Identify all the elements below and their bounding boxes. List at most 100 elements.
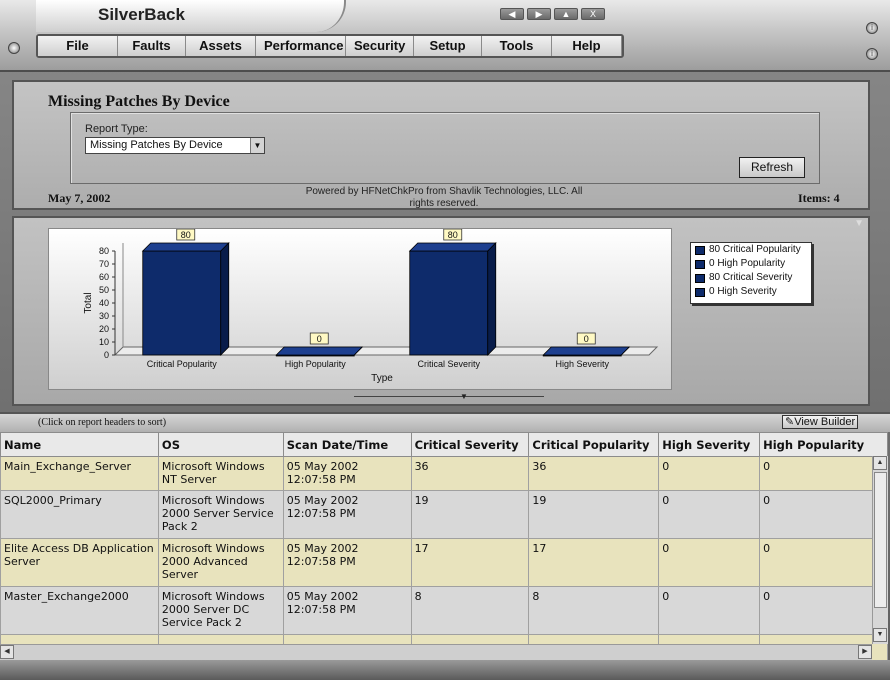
cell-critical-severity: 8	[410, 586, 530, 635]
y-tick-label: 40	[99, 298, 109, 308]
x-tick-label: Critical Popularity	[147, 359, 218, 369]
column-header-high-popularity[interactable]: High Popularity	[759, 432, 888, 457]
splitter-arrow-icon[interactable]: ▼	[460, 392, 468, 401]
cell-os: Microsoft Windows 2000 Server DC Service…	[157, 586, 284, 635]
cell-name: Elite Access DB Application Server	[0, 538, 159, 587]
powered-by-text: Powered by HFNetChkPro from Shavlik Tech…	[305, 186, 583, 209]
grid-toolbar: (Click on report headers to sort) ✎View …	[0, 412, 890, 432]
status-strip	[0, 660, 890, 680]
table-header-row: Name OS Scan Date/Time Critical Severity…	[0, 432, 888, 457]
legend-swatch	[695, 273, 705, 283]
forward-icon[interactable]: ▶	[527, 8, 551, 20]
scroll-right-icon[interactable]: ▶	[858, 645, 872, 659]
cell-os: Microsoft Windows 2000 Advanced Server	[157, 538, 284, 587]
legend-item: 0 High Severity	[691, 285, 811, 299]
column-header-name[interactable]: Name	[0, 432, 159, 457]
item-count: Items: 4	[798, 191, 840, 205]
view-builder-button[interactable]: ✎View Builder	[782, 415, 858, 429]
menu-file[interactable]: File	[38, 36, 118, 56]
legend-swatch	[695, 245, 705, 255]
menu-assets[interactable]: Assets	[186, 36, 256, 56]
table-row[interactable]: SQL2000_Primary Microsoft Windows 2000 S…	[0, 490, 888, 539]
y-tick-label: 60	[99, 272, 109, 282]
cell-scan: 05 May 2002 12:07:58 PM	[282, 538, 412, 587]
cell-high-popularity: 0	[759, 538, 888, 587]
column-header-scan-date[interactable]: Scan Date/Time	[282, 432, 412, 457]
legend-label: 0 High Severity	[709, 286, 777, 297]
legend-item: 80 Critical Severity	[691, 271, 811, 285]
chart-legend: 80 Critical Popularity 0 High Popularity…	[690, 242, 812, 304]
column-header-critical-popularity[interactable]: Critical Popularity	[528, 432, 660, 457]
cell-high-popularity: 0	[759, 586, 888, 635]
report-grid: Name OS Scan Date/Time Critical Severity…	[0, 432, 888, 660]
menu-help[interactable]: Help	[552, 36, 622, 56]
report-header-panel: Missing Patches By Device Report Type: M…	[12, 80, 870, 210]
menu-bar: File Faults Assets Performance Security …	[36, 34, 624, 58]
scroll-up-icon[interactable]: ▲	[873, 456, 887, 470]
menu-setup[interactable]: Setup	[414, 36, 482, 56]
legend-swatch	[695, 287, 705, 297]
cell-high-popularity: 0	[759, 490, 888, 539]
menu-faults[interactable]: Faults	[118, 36, 186, 56]
column-header-os[interactable]: OS	[157, 432, 284, 457]
bar-side	[220, 242, 230, 356]
menu-tools[interactable]: Tools	[482, 36, 552, 56]
vertical-scrollbar[interactable]: ▲ ▼	[872, 456, 888, 644]
legend-label: 80 Critical Popularity	[709, 244, 801, 255]
left-knob-icon	[8, 42, 20, 54]
bar-top	[141, 242, 230, 252]
cell-os: Microsoft Windows 2000 Server Service Pa…	[157, 490, 284, 539]
menu-security[interactable]: Security	[346, 36, 414, 56]
horizontal-scrollbar[interactable]: ◀ ▶	[0, 644, 872, 660]
back-icon[interactable]: ◀	[500, 8, 524, 20]
info-icon[interactable]: i	[866, 22, 878, 34]
cell-high-severity: 0	[658, 586, 761, 635]
y-tick-label: 30	[99, 311, 109, 321]
menu-performance[interactable]: Performance	[256, 36, 346, 56]
legend-label: 0 High Popularity	[709, 258, 786, 269]
y-axis-label: Total	[83, 292, 94, 313]
chevron-down-icon[interactable]: ▼	[250, 138, 264, 153]
y-tick-label: 50	[99, 285, 109, 295]
data-label: 80	[181, 230, 191, 240]
table-row[interactable]: Main_Exchange_Server Microsoft Windows N…	[0, 456, 888, 491]
cell-high-severity: 0	[658, 538, 761, 587]
close-icon[interactable]: X	[581, 8, 605, 20]
column-header-high-severity[interactable]: High Severity	[658, 432, 761, 457]
bar-side	[487, 242, 497, 356]
y-tick-label: 10	[99, 337, 109, 347]
data-label: 0	[584, 334, 589, 344]
report-type-select[interactable]: Missing Patches By Device ▼	[85, 137, 265, 154]
splitter-bar[interactable]	[354, 396, 544, 400]
column-header-critical-severity[interactable]: Critical Severity	[410, 432, 530, 457]
cell-critical-severity: 19	[410, 490, 530, 539]
maximize-icon[interactable]: ▲	[554, 8, 578, 20]
view-builder-label: View Builder	[794, 416, 856, 428]
legend-label: 80 Critical Severity	[709, 272, 793, 283]
y-tick-label: 80	[99, 246, 109, 256]
report-options-box: Report Type: Missing Patches By Device ▼…	[70, 112, 820, 184]
info-icon-2[interactable]: i	[866, 48, 878, 60]
legend-item: 0 High Popularity	[691, 257, 811, 271]
x-tick-label: High Popularity	[285, 359, 347, 369]
data-label: 0	[317, 334, 322, 344]
cell-os: Microsoft Windows NT Server	[157, 456, 284, 491]
y-tick-label: 20	[99, 324, 109, 334]
cell-high-popularity: 0	[759, 456, 888, 491]
cell-scan: 05 May 2002 12:07:58 PM	[282, 490, 412, 539]
app-title: SilverBack	[98, 5, 185, 24]
bar-chart: 0 10 20 30 40 50 60 70 80 Total 80 Critical Popular…	[83, 228, 659, 384]
scroll-down-icon[interactable]: ▼	[873, 628, 887, 642]
refresh-button[interactable]: Refresh	[739, 157, 805, 178]
report-date: May 7, 2002	[48, 191, 111, 205]
table-row[interactable]: Elite Access DB Application Server Micro…	[0, 538, 888, 587]
chart-area: 0 10 20 30 40 50 60 70 80 Total 80 Critical Popular…	[48, 228, 672, 390]
scroll-thumb[interactable]	[874, 472, 887, 608]
x-axis-label: Type	[371, 373, 393, 384]
x-tick-label: High Severity	[555, 359, 609, 369]
collapse-triangle-icon[interactable]: ▼	[854, 218, 864, 229]
legend-swatch	[695, 259, 705, 269]
cell-name: Master_Exchange2000	[0, 586, 159, 635]
scroll-left-icon[interactable]: ◀	[0, 645, 14, 659]
table-row[interactable]: Master_Exchange2000 Microsoft Windows 20…	[0, 586, 888, 635]
